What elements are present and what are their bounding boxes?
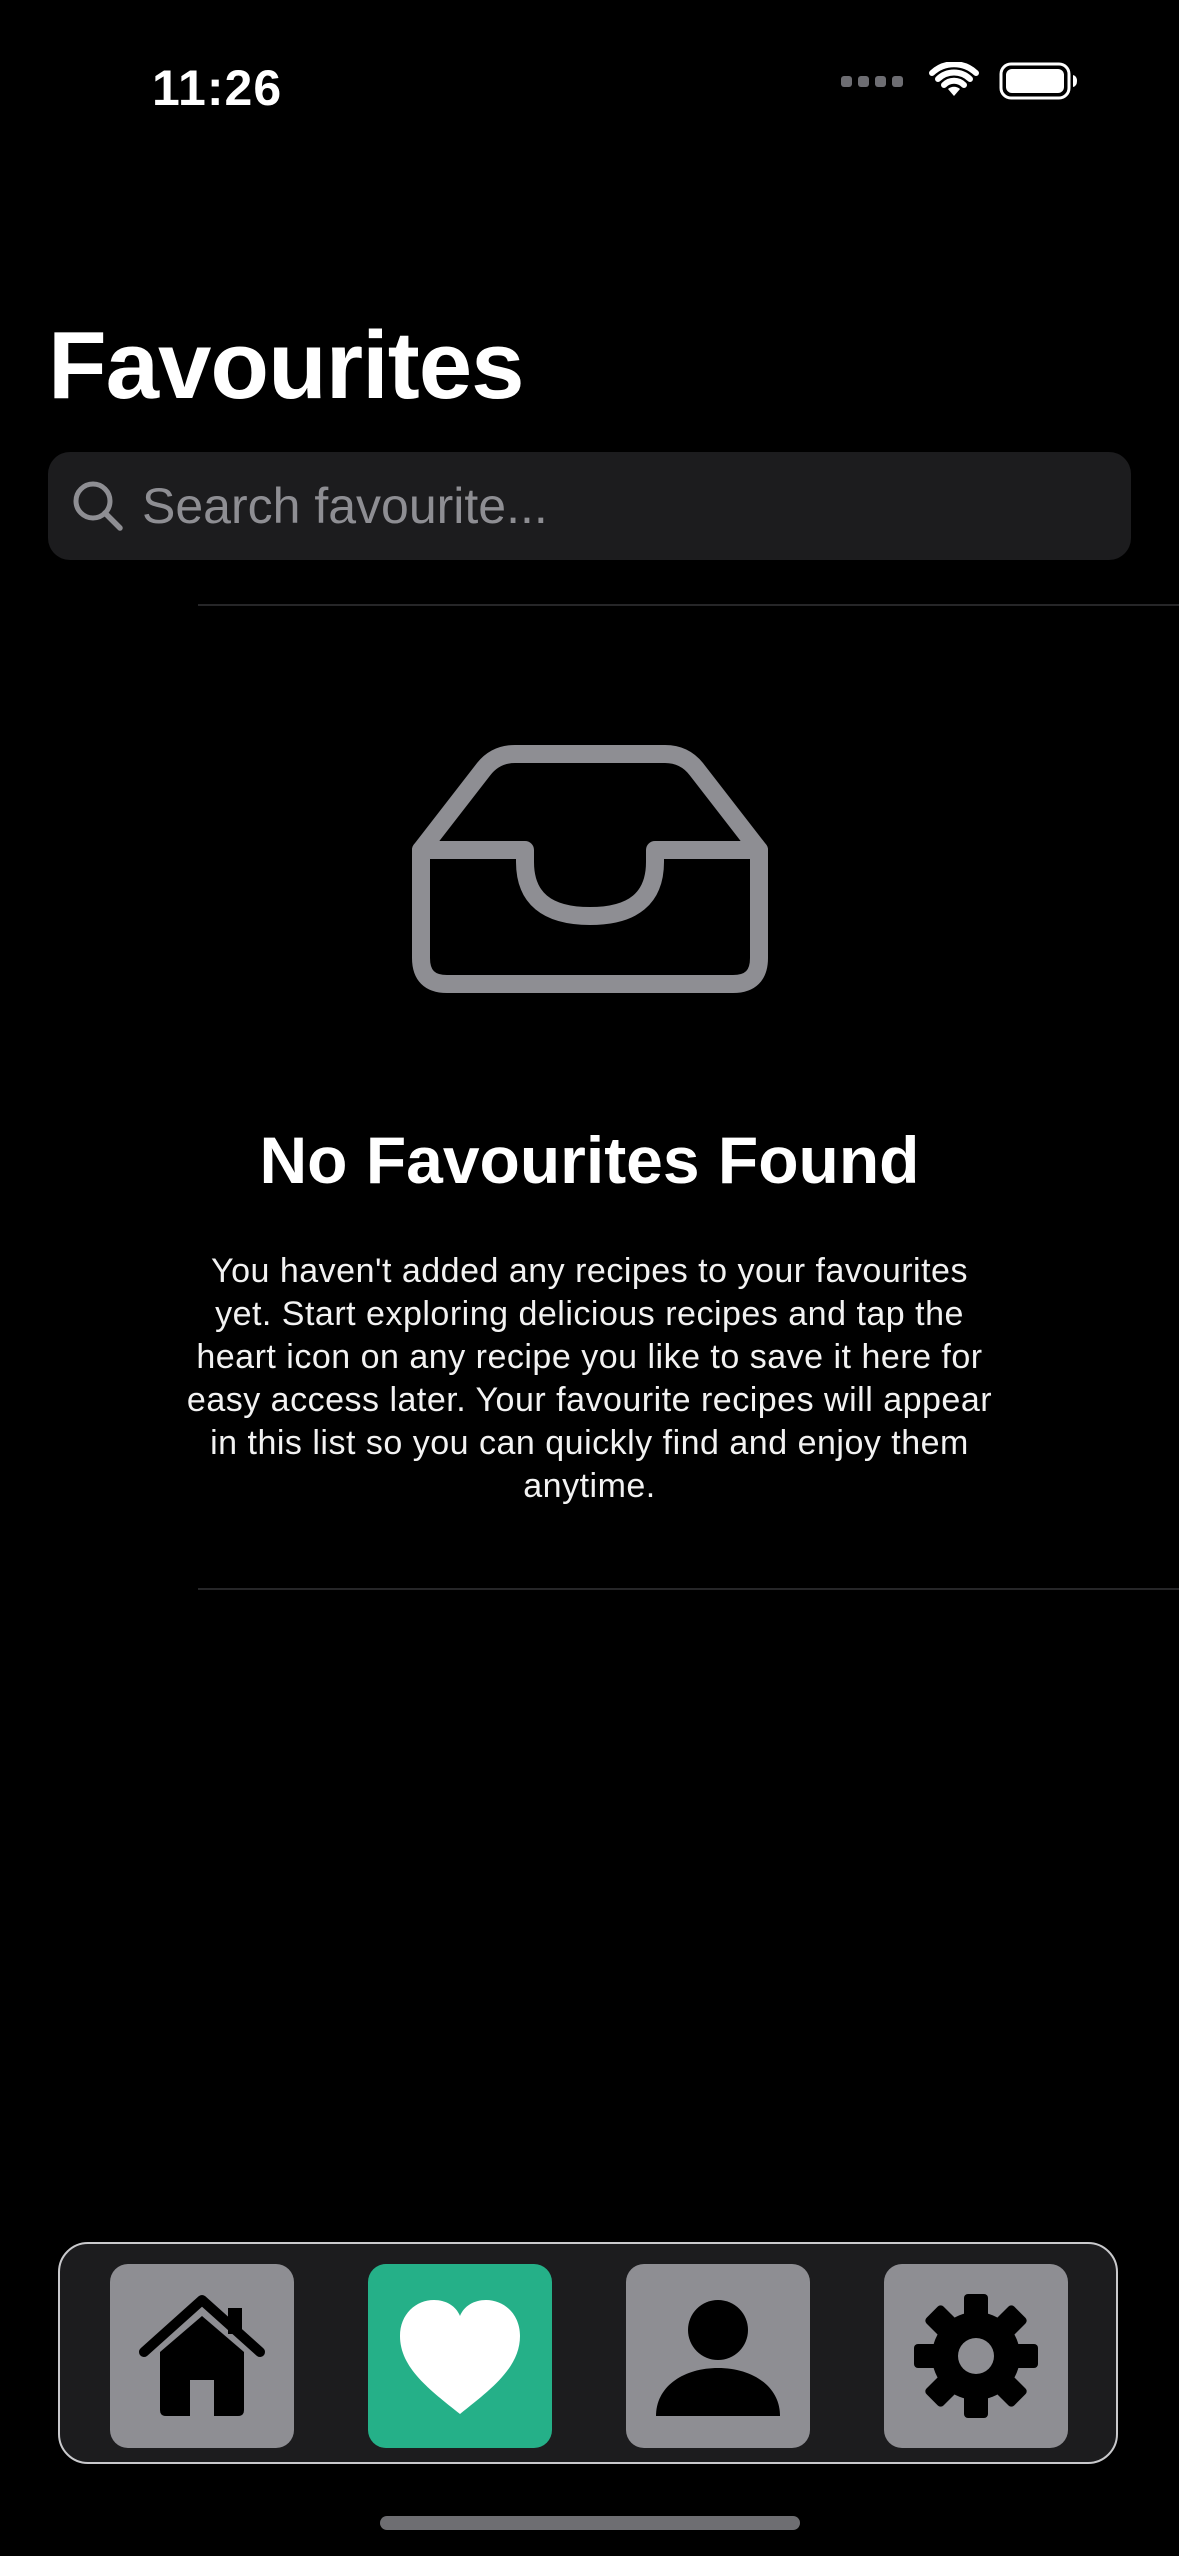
divider <box>198 1588 1179 1590</box>
tab-bar <box>58 2242 1118 2464</box>
wifi-icon <box>929 62 979 96</box>
home-icon <box>139 2295 265 2416</box>
status-time: 11:26 <box>152 60 283 116</box>
tab-home[interactable] <box>110 2264 294 2448</box>
heart-icon <box>400 2300 520 2414</box>
search-icon <box>73 481 123 531</box>
search-bar[interactable] <box>48 452 1131 560</box>
battery-icon <box>999 62 1077 100</box>
empty-state-message: You haven't added any recipes to your fa… <box>186 1252 993 1505</box>
search-input[interactable] <box>142 452 1102 560</box>
page-title: Favourites <box>48 312 524 419</box>
cellular-signal-icon <box>841 75 903 87</box>
empty-state-title: No Favourites Found <box>259 1123 920 1197</box>
divider <box>198 604 1179 606</box>
tab-profile[interactable] <box>626 2264 810 2448</box>
tab-settings[interactable] <box>884 2264 1068 2448</box>
gear-icon <box>914 2294 1038 2418</box>
tab-favourites[interactable] <box>368 2264 552 2448</box>
person-icon <box>656 2300 780 2416</box>
status-icons <box>841 62 1079 100</box>
home-indicator[interactable] <box>380 2516 800 2530</box>
tray-icon <box>412 745 768 993</box>
